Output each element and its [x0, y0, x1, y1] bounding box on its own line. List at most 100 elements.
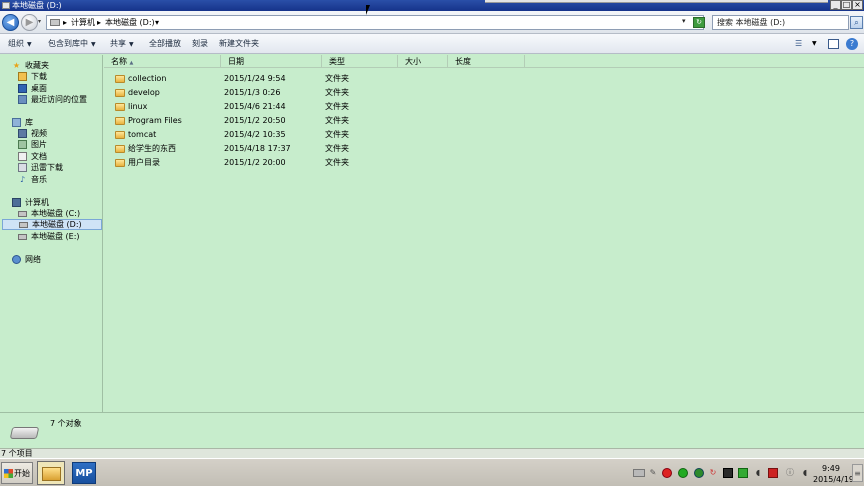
address-history-dropdown[interactable]: ▾: [682, 17, 686, 25]
tray-refresh-icon[interactable]: ↻: [708, 468, 718, 478]
tray-network-icon[interactable]: [738, 468, 748, 478]
column-header-size[interactable]: 大小: [398, 55, 448, 68]
document-library-icon: [18, 152, 27, 161]
tray-volume-icon[interactable]: ◖: [800, 468, 810, 478]
file-date: 2015/4/2 10:35: [224, 130, 286, 139]
tray-pen-icon[interactable]: ✎: [648, 468, 658, 478]
search-button[interactable]: ⌕: [850, 16, 863, 29]
column-header-date[interactable]: 日期: [221, 55, 322, 68]
status-bar: 7 个项目: [0, 448, 864, 458]
clock-date[interactable]: 2015/4/19: [813, 475, 854, 484]
file-row-linux[interactable]: linux 2015/4/6 21:44 文件夹: [104, 100, 864, 114]
star-icon: ★: [12, 61, 21, 70]
downloads-folder-icon: [18, 72, 27, 81]
drive-icon: [2, 2, 10, 9]
breadcrumb-separator[interactable]: ▸: [63, 18, 67, 28]
change-view-button[interactable]: ☰: [795, 39, 807, 49]
file-date: 2015/1/2 20:00: [224, 158, 286, 167]
tray-keyboard-icon[interactable]: [633, 469, 645, 477]
file-date: 2015/1/24 9:54: [224, 74, 286, 83]
title-strip: [485, 0, 828, 3]
column-header-name[interactable]: 名称 ▲: [104, 55, 221, 68]
file-list: collection 2015/1/24 9:54 文件夹 develop 20…: [104, 69, 864, 412]
hard-drive-icon: [19, 222, 28, 228]
breadcrumb-computer[interactable]: 计算机: [71, 18, 95, 28]
taskbar-explorer-button[interactable]: [37, 461, 65, 485]
window-title: 本地磁盘 (D:): [12, 1, 62, 10]
new-folder-button[interactable]: 新建文件夹: [219, 39, 259, 49]
taskbar-mp-button[interactable]: MP: [72, 462, 96, 484]
file-name: Program Files: [128, 116, 182, 125]
picture-library-icon: [18, 140, 27, 149]
address-input[interactable]: ▸ 计算机 ▸ 本地磁盘 (D:) ▾: [46, 15, 704, 30]
sidebar-item-drive-d[interactable]: 本地磁盘 (D:): [2, 219, 102, 230]
video-library-icon: [18, 129, 27, 138]
share-label: 共享: [110, 39, 126, 48]
column-header-length[interactable]: 长度: [448, 55, 525, 68]
back-button[interactable]: ◀: [2, 14, 19, 31]
tray-monitor-icon[interactable]: [723, 468, 733, 478]
forward-button[interactable]: ▶: [21, 14, 38, 31]
file-type: 文件夹: [325, 88, 349, 97]
help-button[interactable]: ?: [846, 38, 858, 50]
recent-places-icon: [18, 95, 27, 104]
file-type: 文件夹: [325, 74, 349, 83]
windows-logo-icon: [4, 469, 13, 478]
breadcrumb-dropdown[interactable]: ▾: [155, 18, 159, 28]
details-pane: 7 个对象: [0, 412, 864, 448]
search-input[interactable]: 搜索 本地磁盘 (D:): [712, 15, 849, 30]
organize-menu[interactable]: 组织 ▼: [8, 39, 32, 50]
search-icon: ⌕: [854, 18, 859, 27]
clock-time[interactable]: 9:49: [822, 464, 840, 473]
organize-label: 组织: [8, 39, 24, 48]
burn-button[interactable]: 刻录: [192, 39, 208, 49]
maximize-button[interactable]: □: [841, 0, 852, 10]
navigation-pane: ★ 收藏夹 下载 桌面 最近访问的位置 库 视频 图片 文档 迅雷下载 ♪ 音乐 计…: [0, 55, 103, 412]
folder-icon: [115, 117, 125, 125]
breadcrumb-drive-d[interactable]: 本地磁盘 (D:): [105, 18, 155, 28]
share-menu[interactable]: 共享 ▼: [110, 39, 134, 50]
file-row-student-stuff[interactable]: 给学生的东西 2015/4/18 17:37 文件夹: [104, 142, 864, 156]
file-row-tomcat[interactable]: tomcat 2015/4/2 10:35 文件夹: [104, 128, 864, 142]
file-row-develop[interactable]: develop 2015/1/3 0:26 文件夹: [104, 86, 864, 100]
column-header-type[interactable]: 类型: [322, 55, 398, 68]
desktop-icon: [18, 84, 27, 93]
preview-pane-button[interactable]: [828, 39, 839, 49]
speaker-icon[interactable]: ◖: [753, 468, 763, 478]
folder-icon: [42, 467, 61, 481]
folder-icon: [115, 103, 125, 111]
view-options-dropdown[interactable]: ▼: [812, 40, 817, 47]
address-bar: ◀ ▶ ▾ ▸ 计算机 ▸ 本地磁盘 (D:) ▾ ▾ ↻ 搜索 本地磁盘 (D…: [0, 11, 864, 34]
tray-record-icon[interactable]: [662, 468, 672, 478]
taskbar: 开始 MP ✎ ↻ ◖ ⓘ ◖ 9:49 2015/4/19 ≡: [0, 458, 864, 486]
computer-icon: [12, 198, 21, 207]
file-row-program-files[interactable]: Program Files 2015/1/2 20:50 文件夹: [104, 114, 864, 128]
include-in-library-menu[interactable]: 包含到库中 ▼: [48, 39, 96, 50]
show-desktop-icon[interactable]: ≡: [852, 464, 863, 482]
tray-info-icon[interactable]: ⓘ: [785, 468, 795, 478]
file-name: 用户目录: [128, 158, 160, 167]
tray-antivirus-icon[interactable]: [768, 468, 778, 478]
recent-pages-dropdown[interactable]: ▾: [38, 18, 41, 25]
start-label: 开始: [14, 469, 30, 478]
play-all-button[interactable]: 全部播放: [149, 39, 181, 49]
file-row-collection[interactable]: collection 2015/1/24 9:54 文件夹: [104, 72, 864, 86]
tray-security-icon[interactable]: [694, 468, 704, 478]
folder-icon: [115, 89, 125, 97]
chevron-down-icon: ▼: [129, 41, 134, 48]
refresh-button[interactable]: ↻: [693, 17, 705, 28]
file-name: collection: [128, 74, 167, 83]
file-row-user-directory[interactable]: 用户目录 2015/1/2 20:00 文件夹: [104, 156, 864, 170]
view-list-icon: ☰: [795, 39, 803, 48]
breadcrumb-separator[interactable]: ▸: [97, 18, 101, 28]
start-button[interactable]: 开始: [1, 462, 33, 484]
library-icon: [12, 118, 21, 127]
close-button[interactable]: ×: [852, 0, 863, 10]
command-bar: 组织 ▼ 包含到库中 ▼ 共享 ▼ 全部播放 刻录 新建文件夹 ☰ ▼ ?: [0, 34, 864, 54]
refresh-icon: ↻: [696, 18, 702, 26]
minimize-button[interactable]: _: [830, 0, 841, 10]
tray-status-icon[interactable]: [678, 468, 688, 478]
chevron-down-icon: ▼: [91, 41, 96, 48]
mouse-cursor-icon: [366, 5, 370, 15]
download-library-icon: [18, 163, 27, 172]
